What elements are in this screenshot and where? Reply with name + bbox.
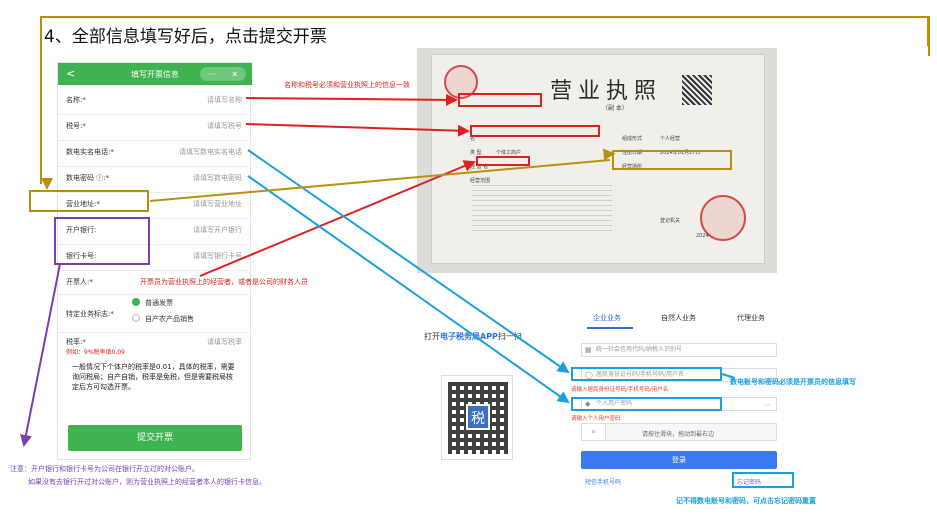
bank-note-line1: 注意：开户银行和银行卡号为公司在银行开立过的对公账户。 (10, 465, 199, 473)
login-credential-note: 数电账号和密码必须是开票员的信息填写 (730, 378, 856, 386)
issuer-note: 开票员为营业执照上的经营者，或者是公司的财务人员 (140, 278, 308, 286)
bank-note-line2: 如果没有去银行开过对公账户，则为营业执照上的经营者本人的银行卡信息。 (28, 478, 266, 486)
forgot-password-note: 记不得数电账号和密码，可点击忘记密码重置 (676, 497, 816, 505)
annotation-arrows (20, 93, 736, 447)
name-tax-note: 名称和税号必须和营业执照上的信息一致 (284, 81, 410, 89)
